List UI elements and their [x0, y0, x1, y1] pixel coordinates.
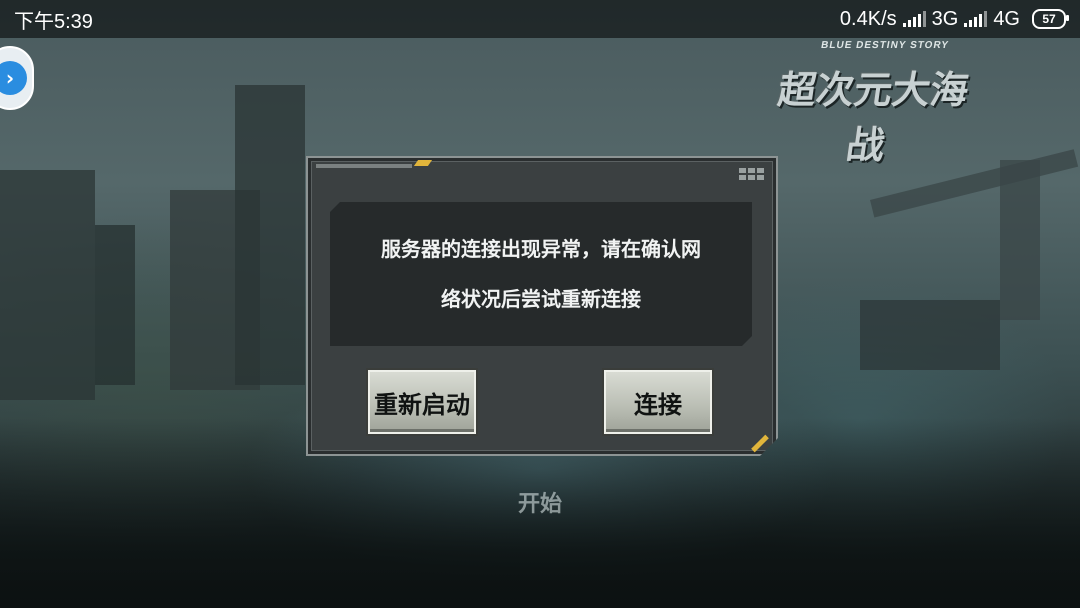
- network-type-3g: 3G: [931, 7, 959, 30]
- wreckage: [860, 300, 1000, 370]
- logo-title: 超次元大海战: [775, 68, 972, 167]
- battery-icon: 57: [1032, 9, 1069, 29]
- network-speed: 0.4K/s: [839, 7, 897, 30]
- status-indicators: 0.4K/s 3G 4G 57: [840, 8, 1080, 31]
- connect-button[interactable]: 连接: [604, 370, 712, 434]
- ruined-tower: [235, 85, 305, 385]
- restart-button[interactable]: 重新启动: [368, 370, 476, 434]
- bridge-pillar: [1000, 160, 1040, 320]
- signal-icon: [902, 11, 926, 27]
- signal-icon: [964, 11, 988, 27]
- dialog-message: 服务器的连接出现异常，请在确认网 络状况后尝试重新连接: [341, 224, 741, 324]
- ruined-building: [95, 225, 135, 385]
- dialog-message-line1: 服务器的连接出现异常，请在确认网: [381, 237, 701, 261]
- logo-subtitle: BLUE DESTINY STORY: [820, 40, 950, 51]
- network-type-4g: 4G: [993, 7, 1020, 30]
- start-button[interactable]: 开始: [505, 485, 575, 525]
- status-bar: 下午5:39 0.4K/s 3G 4G 57: [0, 0, 1080, 38]
- ruined-building: [0, 170, 95, 400]
- grip-icon: [739, 168, 764, 180]
- dialog-decoration: [316, 164, 412, 168]
- game-logo: BLUE DESTINY STORY 超次元大海战: [760, 40, 980, 167]
- floating-assistant-button[interactable]: ›: [0, 46, 34, 110]
- connection-error-dialog: 服务器的连接出现异常，请在确认网 络状况后尝试重新连接 重新启动 连接: [306, 156, 778, 456]
- chevron-right-icon: ›: [0, 61, 27, 95]
- dialog-accent: [751, 435, 769, 453]
- dialog-message-box: 服务器的连接出现异常，请在确认网 络状况后尝试重新连接: [330, 202, 752, 346]
- battery-level: 57: [1042, 12, 1056, 26]
- dialog-accent: [414, 160, 432, 166]
- status-time: 下午5:39: [14, 10, 93, 33]
- dialog-message-line2: 络状况后尝试重新连接: [441, 287, 641, 311]
